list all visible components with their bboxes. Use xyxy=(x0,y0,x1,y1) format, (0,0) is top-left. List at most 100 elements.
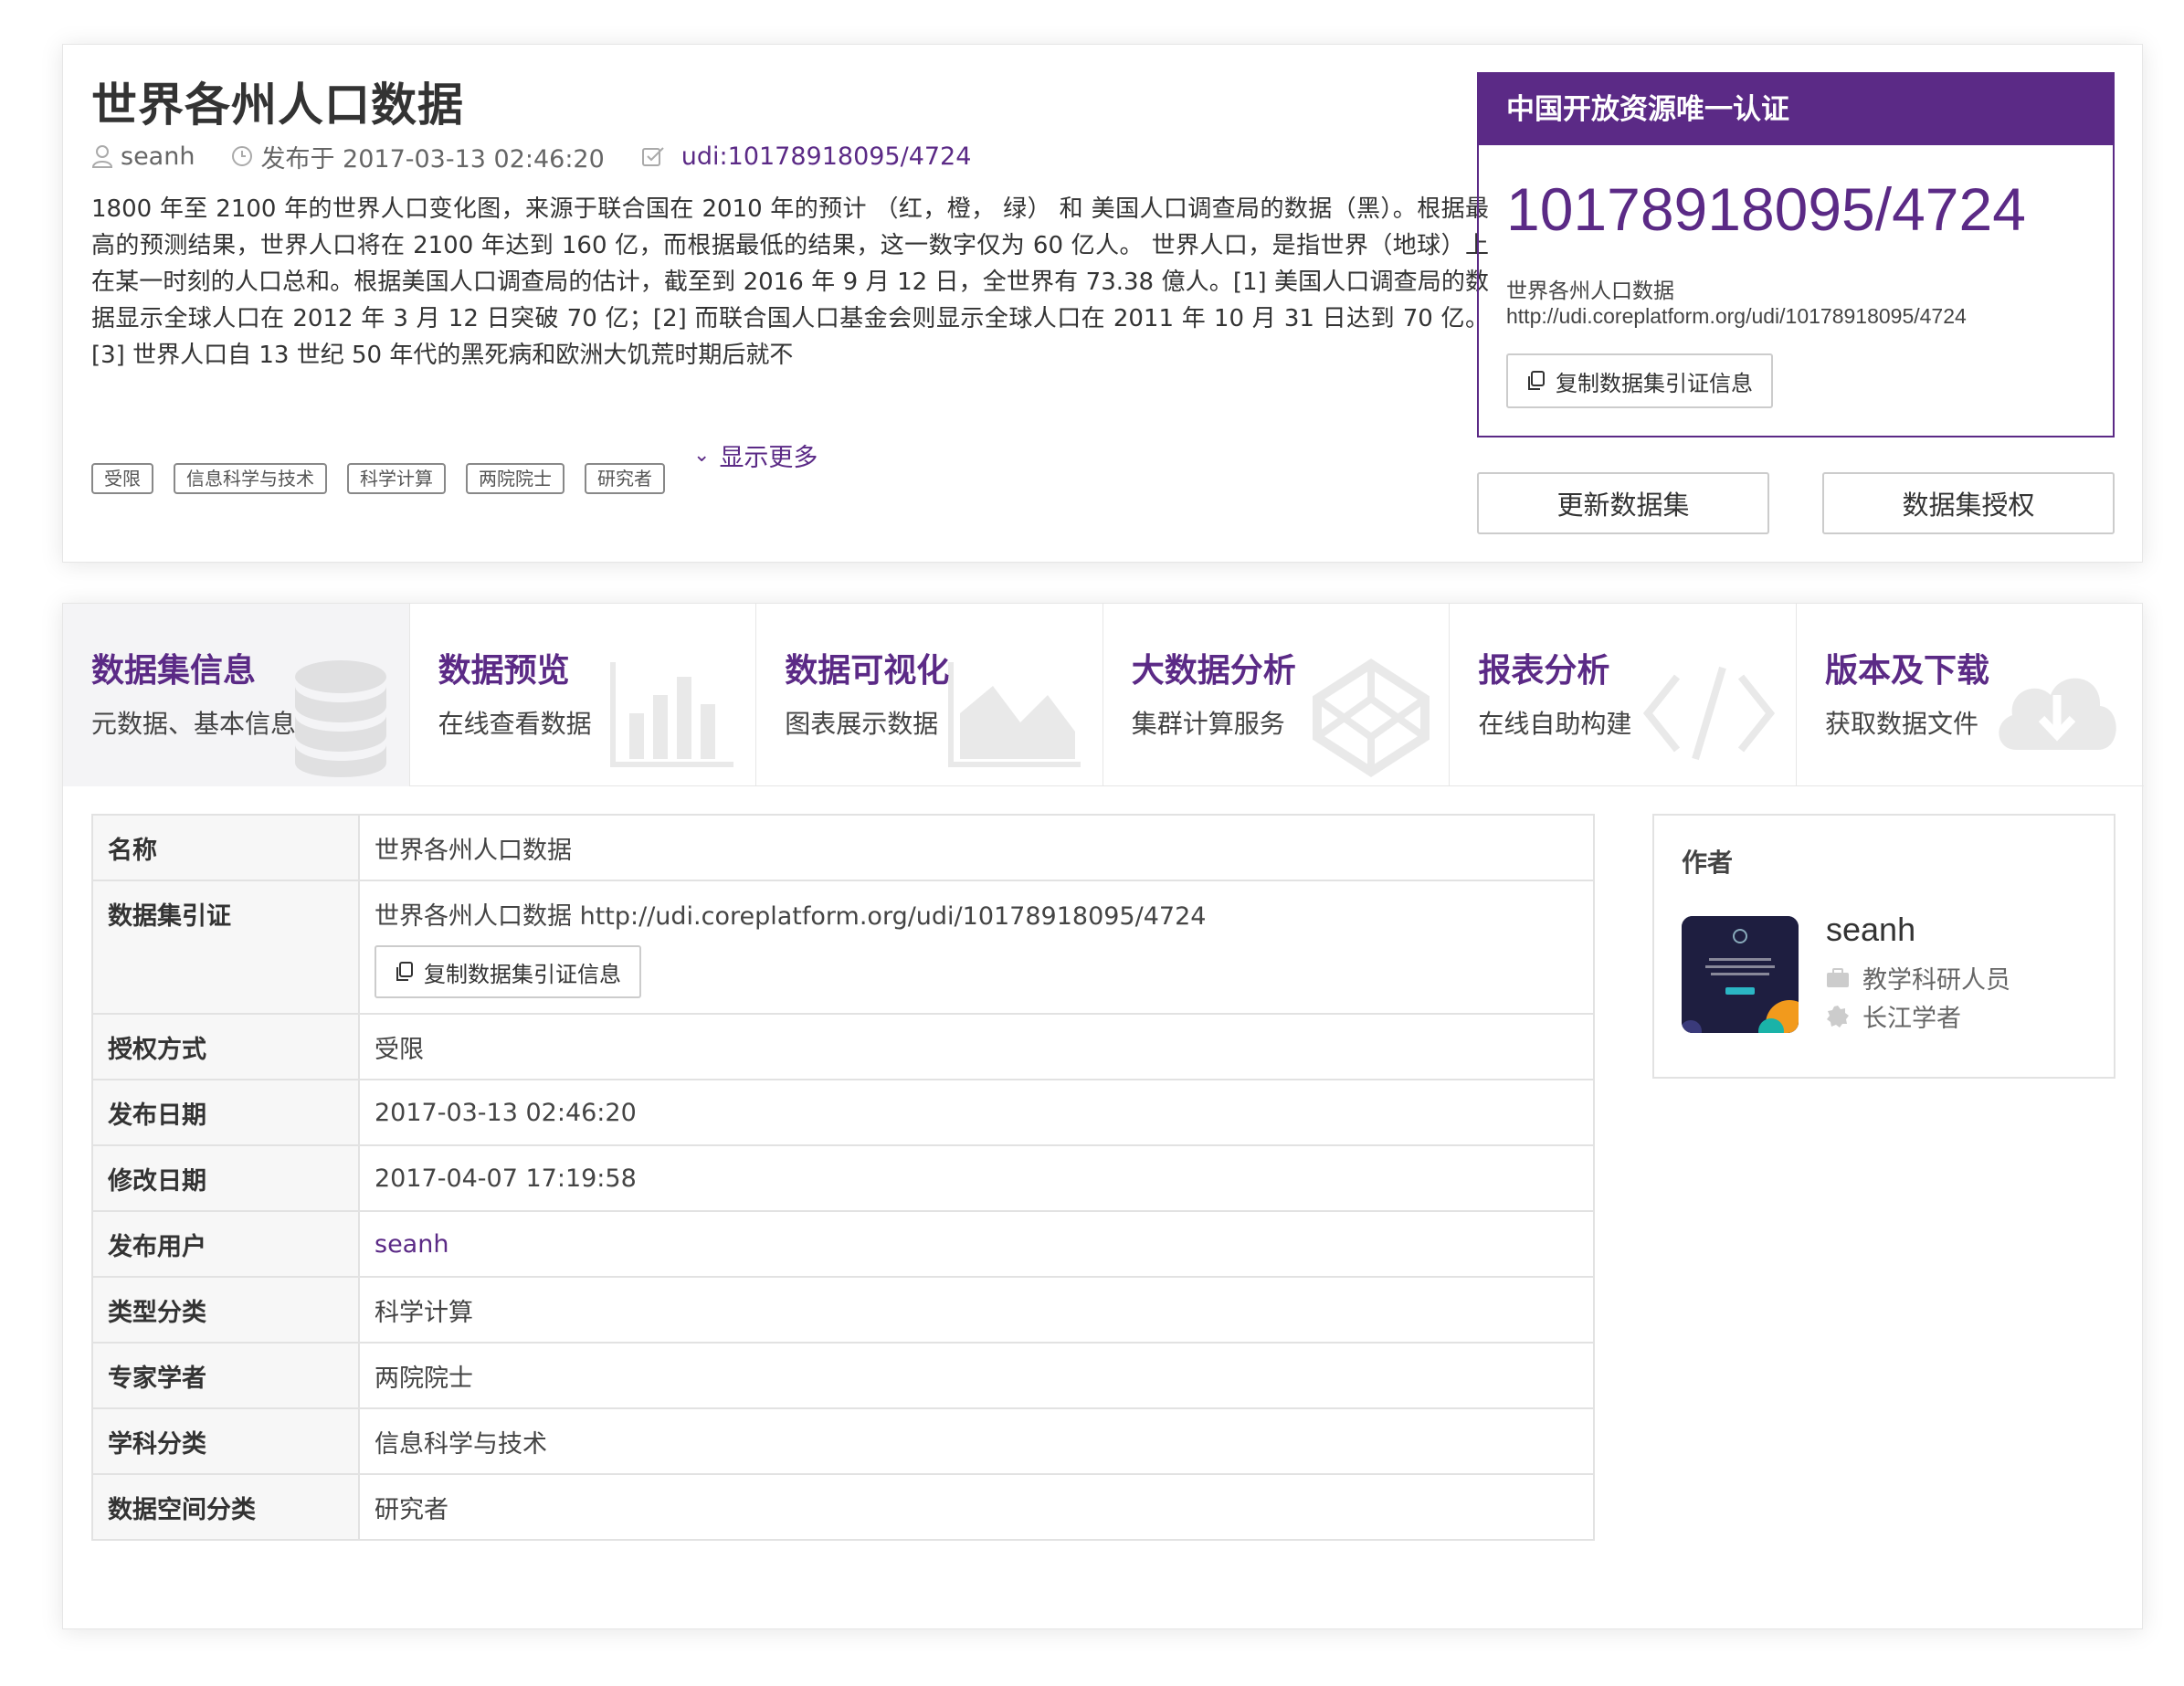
dataset-detail-card: 数据集信息 元数据、基本信息 数据预览 在线查看数据 数据可视化 图表展示数据 xyxy=(62,603,2144,1629)
certification-box: 中国开放资源唯一认证 10178918095/4724 世界各州人口数据 htt… xyxy=(1477,72,2115,437)
clock-icon xyxy=(232,146,253,166)
tab-visualization[interactable]: 数据可视化 图表展示数据 xyxy=(756,604,1103,786)
tab-title: 报表分析 xyxy=(1478,652,1610,690)
published-date: 发布于 2017-03-13 02:46:20 xyxy=(260,144,605,174)
row-label: 名称 xyxy=(108,836,157,865)
row-label: 专家学者 xyxy=(108,1364,206,1393)
copy-citation-button[interactable]: 复制数据集引证信息 xyxy=(375,945,641,998)
area-chart-icon xyxy=(947,662,1081,767)
tag[interactable]: 信息科学与技术 xyxy=(174,463,327,494)
copy-citation-label: 复制数据集引证信息 xyxy=(1556,370,1753,396)
avatar[interactable] xyxy=(1682,916,1799,1033)
table-row: 数据集引证 世界各州人口数据 http://udi.coreplatform.o… xyxy=(91,880,1595,1015)
table-row: 数据空间分类 研究者 xyxy=(91,1473,1595,1541)
row-value: 受限 xyxy=(375,1035,424,1064)
tab-title: 版本及下载 xyxy=(1824,652,1989,690)
database-icon xyxy=(294,660,386,777)
dataset-description: 1800 年至 2100 年的世界人口变化图，来源于联合国在 2010 年的预计… xyxy=(91,195,1489,369)
copy-citation-button[interactable]: 复制数据集引证信息 xyxy=(1506,353,1773,408)
author-link[interactable]: seanh xyxy=(121,142,195,171)
table-row: 名称 世界各州人口数据 xyxy=(91,814,1595,881)
udi-meta: udi:10178918095/4724 xyxy=(641,142,972,171)
certification-url: http://udi.coreplatform.org/udi/10178918… xyxy=(1506,304,1967,328)
tab-dataset-info[interactable]: 数据集信息 元数据、基本信息 xyxy=(63,604,410,786)
update-dataset-button[interactable]: 更新数据集 xyxy=(1477,472,1769,534)
tab-download[interactable]: 版本及下载 获取数据文件 xyxy=(1797,604,2144,786)
copy-citation-label: 复制数据集引证信息 xyxy=(424,961,621,987)
tab-title: 数据集信息 xyxy=(91,652,257,690)
tab-title: 大数据分析 xyxy=(1131,652,1296,690)
tag-list: 受限 信息科学与技术 科学计算 两院院士 研究者 xyxy=(91,463,685,494)
tab-bar: 数据集信息 元数据、基本信息 数据预览 在线查看数据 数据可视化 图表展示数据 xyxy=(63,604,2144,786)
row-label: 修改日期 xyxy=(108,1166,206,1196)
code-icon xyxy=(1642,666,1776,761)
row-value: 两院院士 xyxy=(375,1364,473,1393)
briefcase-icon xyxy=(1827,967,1849,987)
show-more-link[interactable]: ⌄ 显示更多 xyxy=(693,437,818,473)
author-card: 作者 seanh 教学科研人员 长江学者 xyxy=(1652,814,2115,1079)
tab-subtitle: 获取数据文件 xyxy=(1824,709,1978,739)
row-value: 信息科学与技术 xyxy=(375,1429,547,1459)
author-card-title: 作者 xyxy=(1682,848,1734,878)
table-row: 发布用户 seanh xyxy=(91,1210,1595,1278)
page-title: 世界各州人口数据 xyxy=(91,79,464,132)
description-container: 1800 年至 2100 年的世界人口变化图，来源于联合国在 2010 年的预计… xyxy=(91,191,1489,421)
tab-data-preview[interactable]: 数据预览 在线查看数据 xyxy=(410,604,757,786)
author-meta: seanh xyxy=(91,142,195,171)
codepen-icon xyxy=(1313,659,1430,777)
author-role: 教学科研人员 xyxy=(1826,960,2010,996)
tab-title: 数据预览 xyxy=(438,652,570,690)
tab-subtitle: 在线自助构建 xyxy=(1478,709,1632,739)
row-value: 2017-03-13 02:46:20 xyxy=(375,1098,637,1127)
tag[interactable]: 受限 xyxy=(91,463,153,494)
tab-subtitle: 元数据、基本信息 xyxy=(91,709,297,739)
certification-number: 10178918095/4724 xyxy=(1506,175,2026,243)
row-value: 世界各州人口数据 xyxy=(375,836,572,865)
certification-header: 中国开放资源唯一认证 xyxy=(1479,74,2113,145)
show-more-label: 显示更多 xyxy=(719,444,818,472)
metadata-table: 名称 世界各州人口数据 数据集引证 世界各州人口数据 http://udi.co… xyxy=(91,814,1595,1541)
tab-subtitle: 在线查看数据 xyxy=(438,709,592,739)
license-dataset-button[interactable]: 数据集授权 xyxy=(1822,472,2115,534)
published-meta: 发布于 2017-03-13 02:46:20 xyxy=(231,139,605,174)
row-label: 发布日期 xyxy=(108,1101,206,1130)
row-label: 类型分类 xyxy=(108,1298,206,1327)
tag[interactable]: 研究者 xyxy=(585,463,665,494)
table-row: 专家学者 两院院士 xyxy=(91,1342,1595,1409)
badge-icon xyxy=(1827,1005,1849,1027)
row-label: 数据空间分类 xyxy=(108,1495,256,1524)
publisher-link[interactable]: seanh xyxy=(375,1212,1578,1276)
author-honor-label: 长江学者 xyxy=(1862,1005,1961,1033)
cloud-download-icon xyxy=(1998,678,2116,750)
dataset-meta: seanh 发布于 2017-03-13 02:46:20 udi:101789… xyxy=(91,139,1008,174)
author-name[interactable]: seanh xyxy=(1826,911,1915,949)
table-row: 发布日期 2017-03-13 02:46:20 xyxy=(91,1079,1595,1146)
tab-subtitle: 图表展示数据 xyxy=(785,709,939,739)
row-label: 数据集引证 xyxy=(108,901,231,931)
dataset-header-card: 世界各州人口数据 seanh 发布于 2017-03-13 02:46:20 u… xyxy=(62,44,2143,563)
tab-report[interactable]: 报表分析 在线自助构建 xyxy=(1450,604,1797,786)
udi-link[interactable]: udi:10178918095/4724 xyxy=(681,142,972,171)
avatar-image xyxy=(1682,916,1799,1033)
bar-chart-icon xyxy=(610,662,734,767)
table-row: 类型分类 科学计算 xyxy=(91,1276,1595,1344)
tab-big-data[interactable]: 大数据分析 集群计算服务 xyxy=(1103,604,1451,786)
row-label: 授权方式 xyxy=(108,1035,206,1064)
author-role-label: 教学科研人员 xyxy=(1862,966,2010,995)
chevron-down-icon: ⌄ xyxy=(693,444,711,467)
table-row: 修改日期 2017-04-07 17:19:58 xyxy=(91,1144,1595,1212)
table-row: 授权方式 受限 xyxy=(91,1013,1595,1080)
user-icon xyxy=(91,145,113,168)
copy-icon xyxy=(396,962,413,981)
row-value: 2017-04-07 17:19:58 xyxy=(375,1164,637,1193)
tag[interactable]: 科学计算 xyxy=(347,463,446,494)
tab-title: 数据可视化 xyxy=(785,652,950,690)
row-value: 研究者 xyxy=(375,1495,448,1524)
tab-subtitle: 集群计算服务 xyxy=(1131,709,1285,739)
row-value: 科学计算 xyxy=(375,1298,473,1327)
row-label: 学科分类 xyxy=(108,1429,206,1459)
copy-icon xyxy=(1528,371,1545,390)
tag[interactable]: 两院院士 xyxy=(466,463,564,494)
row-value: 世界各州人口数据 http://udi.coreplatform.org/udi… xyxy=(375,901,1207,931)
row-label: 发布用户 xyxy=(108,1232,206,1261)
